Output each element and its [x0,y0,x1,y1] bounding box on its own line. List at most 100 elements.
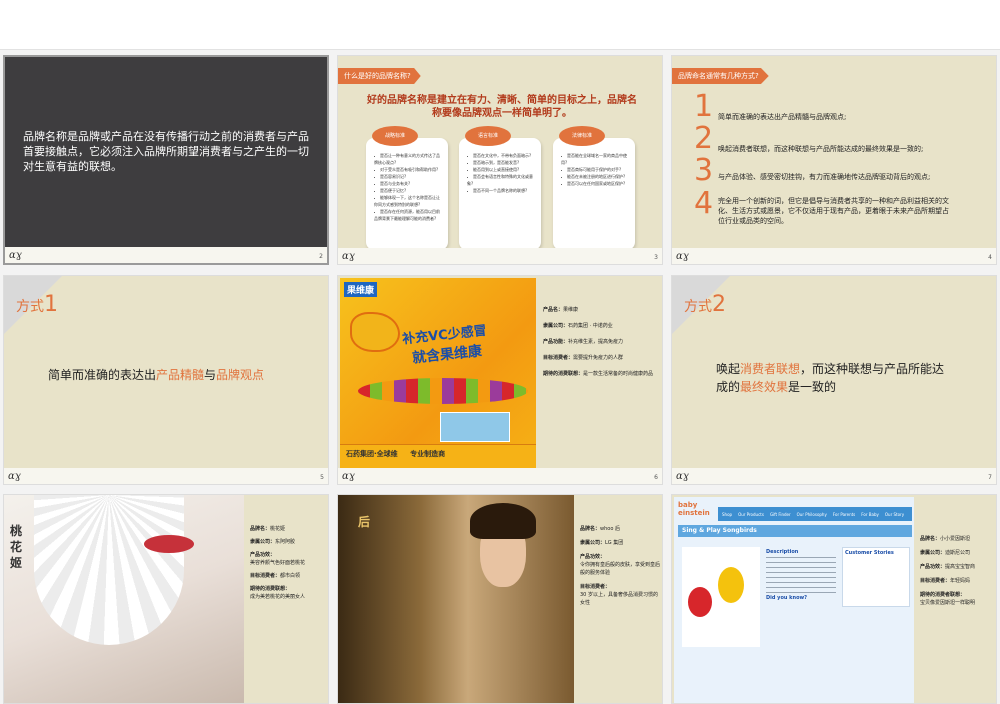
info-key: 隶属公司： [920,550,946,556]
criteria-item: 能否用到以上或直接使用? [467,166,536,173]
criteria-item: 是否不同一个品牌名称的联想? [467,187,536,194]
list-text: 与产品体验、感受密切挂钩，有力而准确地传达品牌驱动背后的观点; [718,173,931,181]
statement-part: 简单而准确的表达出 [48,368,157,382]
criteria-item: 对于受众是否有吸引和帮助作用? [374,166,443,173]
ad-footer-bar: 石药集团·全球维 专业制造商 [340,444,536,470]
ad-brand-logo: 果维康 [344,282,378,297]
info-key: 隶属公司： [250,539,276,545]
slide-thumbnail-8[interactable]: 桃花姬 品牌名：桃花姬 隶属公司：东阿阿胶 产品功效： 美容养颜气色好面若桃花 目… [3,494,329,704]
criteria-item: 是否能在全球域名一家的商品中使用? [561,152,630,166]
info-key: 产品名： [543,307,564,313]
site-nav-item: Our Story [884,511,905,517]
site-nav-item: Gift Finder [769,511,791,517]
info-value: 果维康 [563,307,579,313]
criteria-item: 是否会有语言性和特殊的文化或意象? [467,173,536,187]
info-row: 目标消费者： 30 岁以上，具备奢侈品消费习惯的女性 [580,583,662,607]
logo-icon: ɑɣ [8,471,21,482]
list-number: 4 [694,186,714,221]
info-row: 期待的消费联想：是一款生活常备的时尚健康药品 [543,370,661,378]
info-key: 期待的消费者联想： [920,592,966,598]
statement-highlight: 消费者联想 [740,362,801,376]
site-nav-item: For Baby [861,511,879,517]
thumb-hand-icon [350,312,400,352]
painted-eye [144,535,194,553]
criteria-box-language: 语言标准 是否在文化中，不带有负面暗示? 是否暗示到，是否能发音? 能否用到以上… [459,126,541,250]
criteria-item: 是否与业务有关? [374,180,443,187]
section-tab: 什么是好的品牌名称? [338,68,421,84]
statement-highlight: 产品精髓 [156,368,205,382]
website-screenshot: baby einstein Shop Our Products Gift Fin… [674,497,914,703]
product-info: 品牌名：小小爱因斯坦 隶属公司：迪斯尼公司 产品功效：提高宝宝智商 目标消费者：… [920,535,996,607]
info-key: 目标消费者： [543,355,574,361]
logo-icon: ɑɣ [9,250,22,261]
slide-footer [338,468,662,484]
statement-highlight: 品牌观点 [216,368,265,382]
info-value: 东阿阿胶 [275,539,296,545]
slide-thumbnail-2[interactable]: 品牌名称是品牌或产品在没有传播行动之前的消费者与产品首要接触点，它必须注入品牌所… [3,55,329,265]
statement-part: 与 [204,368,217,382]
logo-icon: ɑɣ [676,251,689,262]
ad-footer-tag: 专业制造商 [410,450,446,458]
info-key: 隶属公司： [543,323,569,329]
slide-footer [672,248,996,264]
info-value: 成为美若桃花的美丽女人 [250,594,306,600]
method-number: 2 [712,292,726,317]
slide-thumbnail-3[interactable]: 什么是好的品牌名称? 好的品牌名称是建立在有力、清晰、简单的目标之上，品牌名称要… [337,55,663,265]
slide-2-text: 品牌名称是品牌或产品在没有传播行动之前的消费者与产品首要接触点，它必须注入品牌所… [23,130,309,173]
info-value: 令你拥有皇后般的皮肤，享受到皇后般的服务体验 [580,562,661,576]
section-tab: 品牌命名通常有几种方式? [672,68,769,84]
info-row: 期待的消费联想： 成为美若桃花的美丽女人 [250,585,328,601]
page-number: 2 [319,253,323,260]
slide-thumbnail-7[interactable]: 方式2 唤起消费者联想，而这种联想与产品所能达成的最终效果是一致的 ɑɣ 7 [671,275,997,485]
slide-thumbnail-9[interactable]: 后 品牌名：whoo 后 隶属公司：LG 集团 产品功效： 令你拥有皇后般的皮肤，… [337,494,663,704]
site-logo: baby einstein [678,501,710,517]
slide-3-title: 好的品牌名称是建立在有力、清晰、简单的目标之上，品牌名称要像品牌观点一样简单明了… [367,95,637,119]
info-value: 30 岁以上，具备奢侈品消费习惯的女性 [580,592,658,606]
statement-part: 唤起 [716,362,741,376]
info-value: 宝贝像爱因斯坦一样聪明 [920,600,976,606]
model-hair [470,503,536,539]
info-key: 产品功能： [543,339,569,345]
criteria-box-legal: 法律标准 是否能在全球域名一家的商品中使用? 是否商标可能用于保护的对手? 能否… [553,126,635,250]
slide-thumbnail-4[interactable]: 品牌命名通常有几种方式? 1 简单而准确的表达出产品精髓与品牌观点; 2 唤起消… [671,55,997,265]
info-value: 补充维生素，提高免疫力 [568,339,624,345]
list-text: 完全用一个创新的词，但它是倡导与消费者共享的一种和产品利益相关的文化、生活方式或… [718,197,949,225]
slide-footer [4,468,328,484]
criteria-item: 是否容易识记? [374,173,443,180]
info-key: 产品功效： [920,564,946,570]
site-nav-item: Our Philosophy [796,511,827,517]
info-value: 美容养颜气色好面若桃花 [250,560,306,566]
customer-stories-title: Customer Stories [845,550,894,556]
product-ad-image: 果维康 补充VC少感冒 就含果维康 石药集团·全球维 专业制造商 [340,278,536,470]
site-nav-item: Our Products [738,511,764,517]
criteria-list: 是否能在全球域名一家的商品中使用? 是否商标可能用于保护的对手? 能否在未被注册… [561,152,630,187]
info-key: 目标消费者： [920,578,951,584]
info-row: 产品功效： 令你拥有皇后般的皮肤，享受到皇后般的服务体验 [580,553,662,577]
info-key: 产品功效： [580,554,606,560]
criteria-head: 法律标准 [559,126,605,146]
method-label: 方式1 [16,292,58,317]
method-statement: 唤起消费者联想，而这种联想与产品所能达成的最终效果是一致的 [716,360,956,396]
logo-icon: ɑɣ [342,251,355,262]
slide-thumbnail-10[interactable]: baby einstein Shop Our Products Gift Fin… [671,494,997,704]
criteria-box-strategy: 战略标准 是否让一种有意义的方式传达了品牌核心观点? 对于受众是否有吸引和帮助作… [366,126,448,250]
info-row: 产品功效：提高宝宝智商 [920,563,996,571]
bird-yellow [718,567,744,603]
page-number: 7 [988,474,992,481]
site-nav: Shop Our Products Gift Finder Our Philos… [718,507,912,521]
criteria-item: 是否存在任何资源，能否用以目前品牌背景下最能理解可能的消费者? [374,208,443,222]
slide-thumbnail-5[interactable]: 方式1 简单而准确的表达出产品精髓与品牌观点 ɑɣ 5 [3,275,329,485]
logo-icon: ɑɣ [676,471,689,482]
criteria-item: 是否在文化中，不带有负面暗示? [467,152,536,159]
info-row: 产品功能：补充维生素，提高免疫力 [543,338,661,346]
info-value: 提高宝宝智商 [945,564,976,570]
slide-footer [672,468,996,484]
slide-thumbnail-6[interactable]: 果维康 补充VC少感冒 就含果维康 石药集团·全球维 专业制造商 产品名：果维康… [337,275,663,485]
page-number: 5 [320,474,324,481]
info-key: 目标消费者： [250,573,281,579]
list-text: 唤起消费者联想，而这种联想与产品所能达成的最终效果是一致的; [718,145,924,153]
statement-highlight: 最终效果 [740,380,789,394]
criteria-list: 是否让一种有意义的方式传达了品牌核心观点? 对于受众是否有吸引和帮助作用? 是否… [374,152,443,222]
info-key: 期待的消费联想： [250,586,291,592]
info-value: 都市白领 [280,573,301,579]
